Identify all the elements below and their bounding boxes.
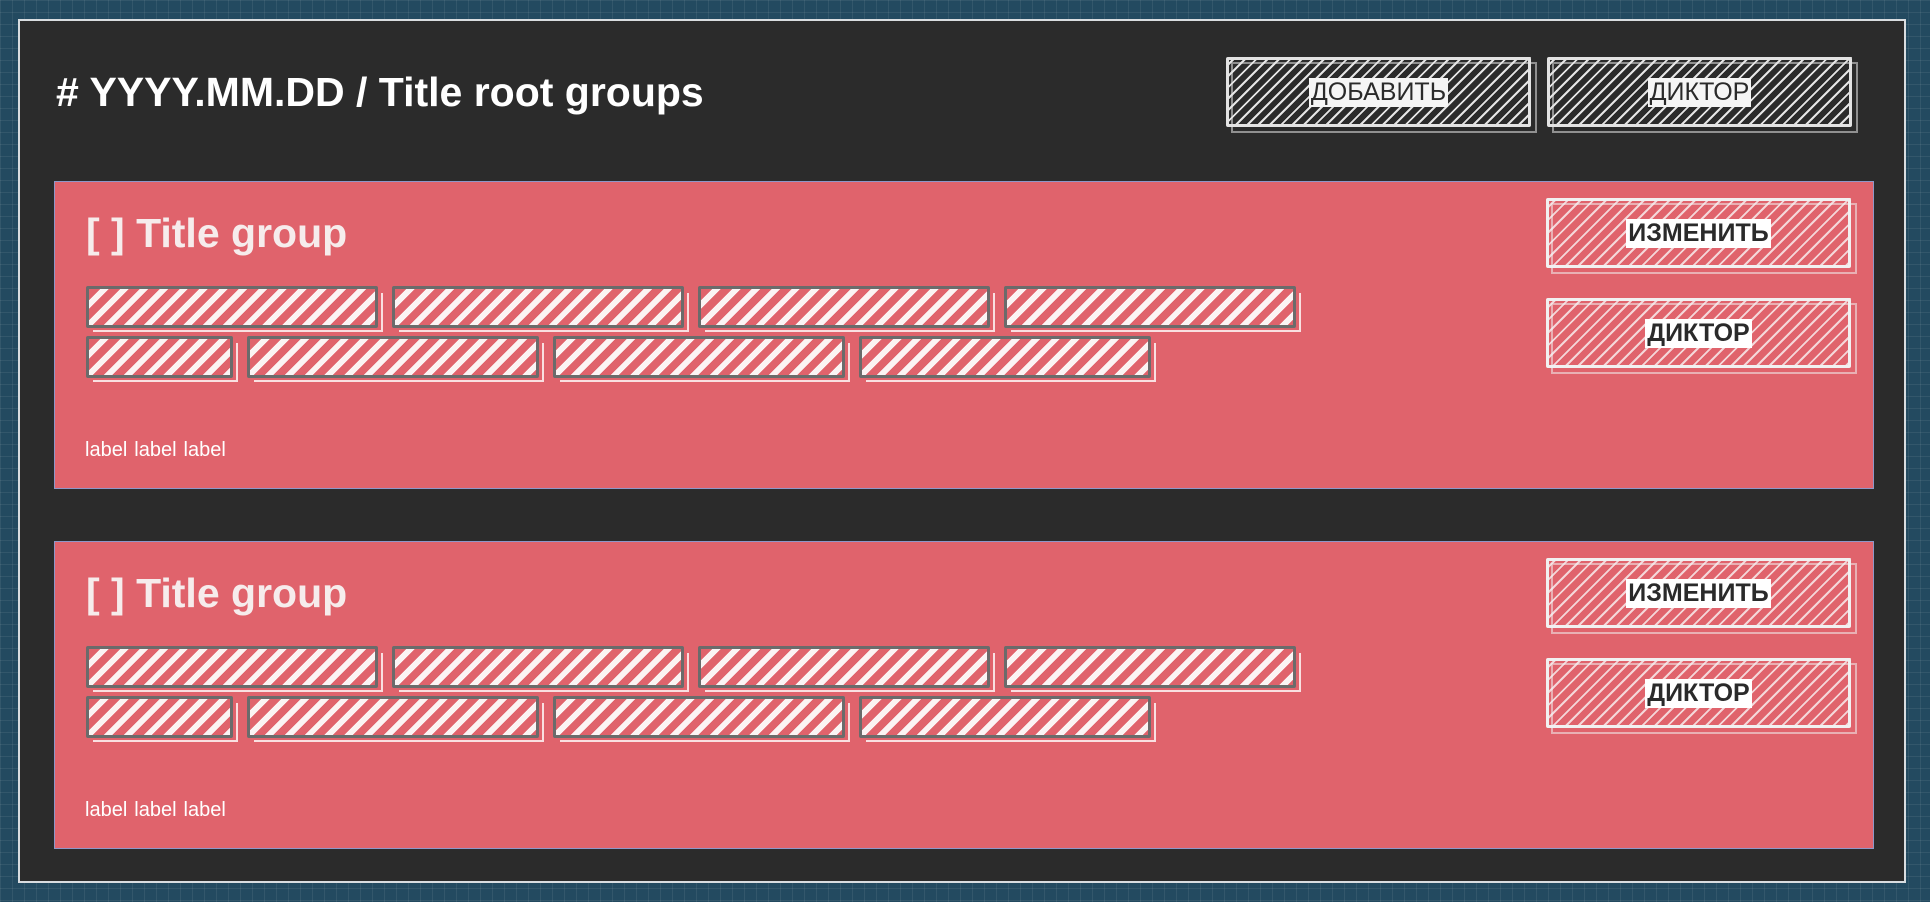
speaker-button[interactable]: ДИКТОР (1546, 658, 1857, 734)
item-chip[interactable] (247, 696, 544, 742)
group-title[interactable]: [ ] Title group (86, 570, 347, 617)
label-tag: label (85, 439, 128, 461)
label-tag: label (85, 799, 128, 821)
edit-button[interactable]: ИЗМЕНИТЬ (1546, 558, 1857, 634)
edit-button-label: ИЗМЕНИТЬ (1626, 578, 1771, 608)
group-card: [ ] Title group ИЗМЕНИТЬ ДИКТОР label lab… (54, 181, 1874, 489)
group-card: [ ] Title group ИЗМЕНИТЬ ДИКТОР label lab… (54, 541, 1874, 849)
group-title[interactable]: [ ] Title group (86, 210, 347, 257)
item-chip[interactable] (553, 696, 850, 742)
item-chip[interactable] (247, 336, 544, 382)
item-chip[interactable] (86, 286, 383, 332)
item-chip[interactable] (392, 286, 689, 332)
edit-button[interactable]: ИЗМЕНИТЬ (1546, 198, 1857, 274)
page-title: # YYYY.MM.DD / Title root groups (56, 69, 704, 115)
item-chip[interactable] (392, 646, 689, 692)
item-chip[interactable] (86, 696, 238, 742)
item-chip[interactable] (698, 646, 995, 692)
item-chip[interactable] (1004, 286, 1301, 332)
add-button-label: ДОБАВИТЬ (1308, 77, 1449, 107)
speaker-button[interactable]: ДИКТОР (1547, 57, 1858, 133)
item-chip[interactable] (553, 336, 850, 382)
label-tag: label (183, 799, 226, 821)
item-chip[interactable] (1004, 646, 1301, 692)
speaker-button[interactable]: ДИКТОР (1546, 298, 1857, 374)
speaker-button-label: ДИКТОР (1647, 77, 1752, 107)
speaker-button-label: ДИКТОР (1645, 678, 1752, 708)
label-list: label label label (85, 439, 233, 462)
item-chip[interactable] (86, 336, 238, 382)
label-tag: label (134, 439, 177, 461)
item-chip[interactable] (86, 646, 383, 692)
root-panel: # YYYY.MM.DD / Title root groups ДОБАВИТ… (18, 19, 1906, 883)
label-tag: label (134, 799, 177, 821)
item-chip[interactable] (859, 696, 1156, 742)
add-button[interactable]: ДОБАВИТЬ (1226, 57, 1537, 133)
speaker-button-label: ДИКТОР (1645, 318, 1752, 348)
edit-button-label: ИЗМЕНИТЬ (1626, 218, 1771, 248)
item-chip[interactable] (698, 286, 995, 332)
item-chip[interactable] (859, 336, 1156, 382)
label-list: label label label (85, 799, 233, 822)
label-tag: label (183, 439, 226, 461)
